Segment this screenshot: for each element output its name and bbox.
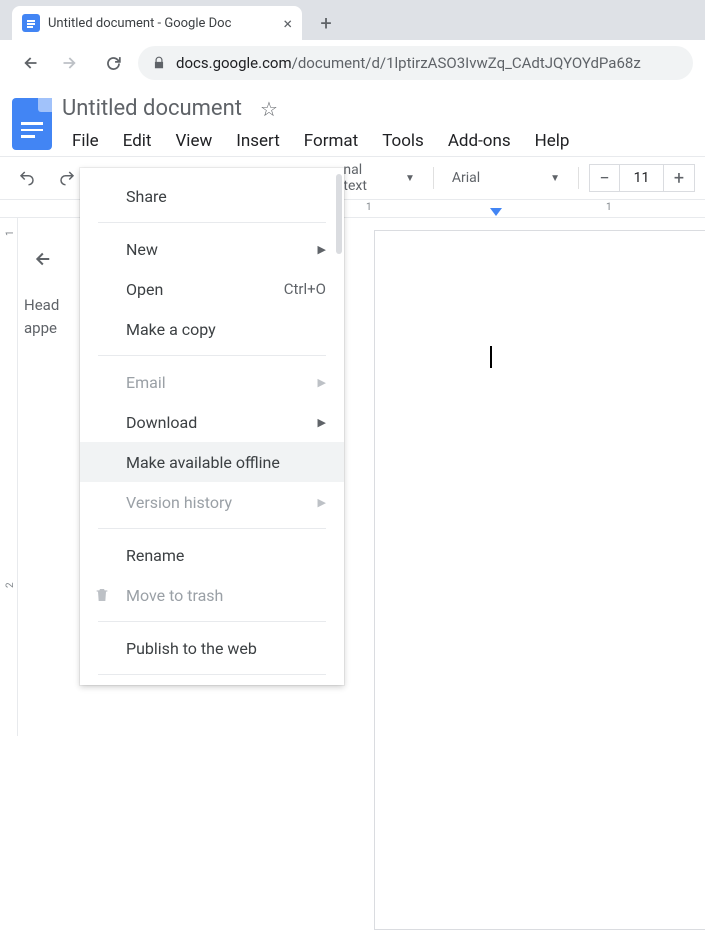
- menu-item-email[interactable]: Email ▶: [80, 362, 344, 402]
- text-cursor: [490, 346, 492, 368]
- menu-item-share[interactable]: Share: [80, 176, 344, 216]
- menubar: File Edit View Insert Format Tools Add-o…: [62, 127, 693, 155]
- menu-item-label: Version history: [126, 493, 232, 512]
- tab-title: Untitled document - Google Doc: [48, 16, 275, 31]
- menu-item-move-to-trash[interactable]: Move to trash: [80, 575, 344, 615]
- menu-addons[interactable]: Add-ons: [438, 127, 521, 155]
- browser-tab[interactable]: Untitled document - Google Doc ×: [12, 6, 302, 40]
- menu-item-make-a-copy[interactable]: Make a copy: [80, 309, 344, 349]
- menu-tools[interactable]: Tools: [372, 127, 434, 155]
- ruler-tick: 1: [606, 202, 612, 213]
- menu-divider: [98, 621, 326, 622]
- ruler-tick: 1: [366, 202, 372, 213]
- menu-item-version-history[interactable]: Version history ▶: [80, 482, 344, 522]
- redo-button[interactable]: [50, 165, 84, 191]
- menu-help[interactable]: Help: [525, 127, 580, 155]
- url-field[interactable]: docs.google.com/document/d/1lptirzASO3Iv…: [138, 46, 693, 80]
- ruler-tick: 1: [5, 230, 16, 236]
- menu-item-label: Move to trash: [126, 586, 223, 605]
- vertical-ruler[interactable]: 1 2: [0, 218, 18, 736]
- close-tab-icon[interactable]: ×: [283, 14, 292, 33]
- menu-item-label: Publish to the web: [126, 639, 257, 658]
- menu-insert[interactable]: Insert: [226, 127, 290, 155]
- menu-item-rename[interactable]: Rename: [80, 535, 344, 575]
- lock-icon: [152, 56, 166, 70]
- menu-divider: [98, 222, 326, 223]
- trash-icon: [94, 587, 110, 603]
- chevron-down-icon: ▼: [405, 173, 415, 184]
- forward-button[interactable]: [54, 46, 88, 80]
- outline-collapse-button[interactable]: [24, 242, 58, 276]
- browser-chrome: Untitled document - Google Doc × + docs.…: [0, 0, 705, 86]
- url-text: docs.google.com/document/d/1lptirzASO3Iv…: [176, 54, 641, 72]
- font-size-stepper: − 11 +: [589, 164, 695, 192]
- font-family-dropdown[interactable]: Arial ▼: [444, 166, 568, 190]
- new-tab-button[interactable]: +: [312, 9, 340, 37]
- chevron-down-icon: ▼: [550, 173, 560, 184]
- menu-item-label: New: [126, 240, 158, 259]
- outline-hint-text: Head appe: [24, 294, 84, 339]
- paragraph-style-dropdown[interactable]: nal text ▼: [335, 158, 423, 198]
- back-button[interactable]: [12, 46, 46, 80]
- menu-item-publish-to-web[interactable]: Publish to the web: [80, 628, 344, 668]
- font-size-value[interactable]: 11: [620, 165, 664, 191]
- document-page[interactable]: [374, 230, 705, 930]
- star-icon[interactable]: ☆: [260, 97, 278, 121]
- menu-item-label: Open: [126, 280, 163, 299]
- menu-item-open[interactable]: Open Ctrl+O: [80, 269, 344, 309]
- menu-item-download[interactable]: Download ▶: [80, 402, 344, 442]
- address-bar: docs.google.com/document/d/1lptirzASO3Iv…: [0, 40, 705, 86]
- indent-marker-icon[interactable]: [490, 208, 502, 216]
- document-title[interactable]: Untitled document: [62, 96, 242, 121]
- menu-item-label: Make a copy: [126, 320, 216, 339]
- docs-header: Untitled document ☆ File Edit View Inser…: [0, 86, 705, 156]
- file-menu-dropdown: Share New ▶ Open Ctrl+O Make a copy Emai…: [80, 168, 344, 685]
- menu-item-label: Share: [126, 187, 167, 206]
- tab-strip: Untitled document - Google Doc × +: [0, 0, 705, 40]
- font-family-label: Arial: [452, 170, 480, 186]
- menu-divider: [98, 674, 326, 675]
- menu-view[interactable]: View: [165, 127, 222, 155]
- docs-logo-icon[interactable]: [12, 98, 52, 150]
- menu-divider: [98, 528, 326, 529]
- menu-item-new[interactable]: New ▶: [80, 229, 344, 269]
- menu-item-label: Email: [126, 373, 166, 392]
- menu-edit[interactable]: Edit: [113, 127, 162, 155]
- increase-font-size-button[interactable]: +: [664, 165, 694, 191]
- separator: [578, 167, 579, 189]
- submenu-arrow-icon: ▶: [318, 496, 326, 509]
- ruler-tick: 2: [5, 582, 16, 588]
- menu-file[interactable]: File: [62, 127, 109, 155]
- menu-item-label: Rename: [126, 546, 184, 565]
- menu-divider: [98, 355, 326, 356]
- separator: [433, 167, 434, 189]
- undo-button[interactable]: [10, 165, 44, 191]
- paragraph-style-label: nal text: [343, 162, 383, 194]
- submenu-arrow-icon: ▶: [318, 376, 326, 389]
- menu-item-label: Make available offline: [126, 453, 280, 472]
- menu-format[interactable]: Format: [294, 127, 368, 155]
- submenu-arrow-icon: ▶: [318, 416, 326, 429]
- menu-item-make-available-offline[interactable]: Make available offline: [80, 442, 344, 482]
- reload-button[interactable]: [96, 46, 130, 80]
- submenu-arrow-icon: ▶: [318, 243, 326, 256]
- decrease-font-size-button[interactable]: −: [590, 165, 620, 191]
- menu-item-label: Download: [126, 413, 197, 432]
- docs-favicon-icon: [22, 14, 40, 32]
- menu-shortcut: Ctrl+O: [284, 280, 326, 298]
